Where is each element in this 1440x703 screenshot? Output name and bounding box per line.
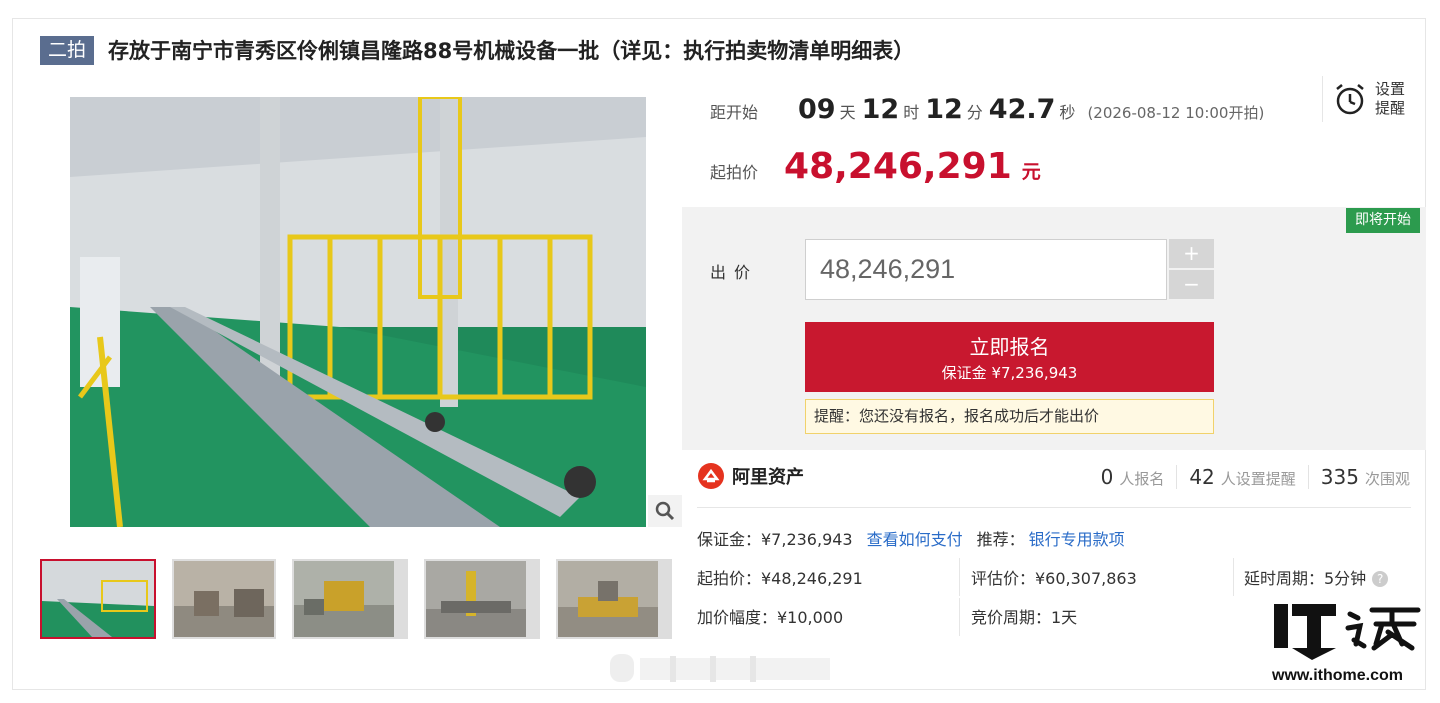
deposit-text: 保证金：¥7,236,943	[697, 530, 853, 549]
page-title: 存放于南宁市青秀区伶俐镇昌隆路88号机械设备一批（详见：执行拍卖物清单明细表）	[108, 39, 915, 63]
signup-deposit-label: 保证金 ¥7,236,943	[941, 364, 1078, 382]
watermark-url: www.ithome.com	[1272, 667, 1403, 684]
bid-stepper: + −	[1169, 239, 1214, 301]
detail-delay-period: 延时周期：5分钟?	[1244, 565, 1389, 589]
bid-label: 出价	[710, 263, 759, 282]
signup-count: 0 人报名	[1089, 465, 1178, 489]
countdown-hours: 12	[861, 94, 900, 125]
view-count-value: 335	[1320, 465, 1359, 489]
bid-panel: 即将开始 出价 48,246,291 + − 立即报名 保证金 ¥7,236,9…	[682, 207, 1426, 450]
help-icon[interactable]: ?	[1372, 571, 1389, 587]
start-time-note: (2026-08-12 10:00开拍)	[1087, 104, 1265, 122]
thumbnail-4[interactable]	[424, 559, 540, 639]
column-divider	[1233, 558, 1234, 596]
thumbnail-3[interactable]	[292, 559, 408, 639]
thumbnail-1[interactable]	[40, 559, 156, 639]
title-row: 二拍 存放于南宁市青秀区伶俐镇昌隆路88号机械设备一批（详见：执行拍卖物清单明细…	[40, 34, 914, 66]
detail-delay-period-text: 延时周期：5分钟	[1244, 569, 1367, 588]
detail-start-price: 起拍价：¥48,246,291	[697, 569, 863, 588]
faded-watermark	[610, 650, 840, 690]
ithome-logo-icon	[1274, 604, 1421, 660]
stats-row: 阿里资产 0 人报名 42 人设置提醒 335 次围观	[682, 457, 1426, 503]
detail-increment: 加价幅度：¥10,000	[697, 608, 844, 627]
set-reminder-button[interactable]: 设置提醒	[1322, 76, 1411, 122]
alarm-clock-icon	[1336, 84, 1364, 115]
column-divider	[959, 558, 960, 596]
reminder-count-unit: 人设置提醒	[1220, 470, 1296, 488]
countdown-days-unit: 天	[839, 103, 856, 122]
stat-group: 0 人报名 42 人设置提醒 335 次围观	[1089, 465, 1410, 489]
countdown: 距开始 09 天 12 时 12 分 42.7 秒 (2026-08-12 10…	[710, 94, 1264, 125]
countdown-minutes-unit: 分	[966, 103, 983, 122]
signup-notice: 提醒：您还没有报名，报名成功后才能出价	[805, 399, 1214, 434]
increase-bid-button[interactable]: +	[1169, 239, 1214, 268]
countdown-seconds: 42.7	[988, 94, 1056, 125]
thumbnail-strip	[40, 559, 688, 639]
main-photo[interactable]	[40, 97, 680, 527]
detail-appraisal-price: 评估价：¥60,307,863	[971, 569, 1137, 588]
brand: 阿里资产	[698, 463, 804, 489]
signup-count-value: 0	[1100, 465, 1114, 489]
view-count-unit: 次围观	[1364, 470, 1410, 488]
detail-bid-period: 竞价周期：1天	[971, 608, 1078, 627]
status-badge: 即将开始	[1346, 208, 1420, 233]
deposit-row: 保证金：¥7,236,943 查看如何支付 推荐： 银行专用款项	[697, 526, 1125, 550]
start-price-row: 起拍价 48,246,291 元	[710, 146, 1041, 187]
column-divider	[959, 598, 960, 636]
start-price-value: 48,246,291	[784, 146, 1012, 187]
round-tag: 二拍	[40, 35, 95, 65]
bid-amount-input[interactable]: 48,246,291	[805, 239, 1167, 300]
recommend-label: 推荐：	[976, 530, 1025, 549]
how-to-pay-link[interactable]: 查看如何支付	[867, 526, 963, 550]
reminder-count: 42 人设置提醒	[1177, 465, 1309, 489]
signup-button-label: 立即报名	[969, 335, 1050, 359]
start-price-label: 起拍价	[710, 163, 759, 182]
start-price-unit: 元	[1021, 161, 1041, 183]
countdown-label: 距开始	[710, 103, 759, 122]
magnifier-icon	[655, 501, 675, 521]
view-count: 335 次围观	[1309, 465, 1410, 489]
countdown-hours-unit: 时	[903, 103, 920, 122]
decrease-bid-button[interactable]: −	[1169, 270, 1214, 299]
set-reminder-label: 设置提醒	[1375, 80, 1406, 117]
ali-assets-logo-icon	[698, 463, 724, 489]
signup-count-unit: 人报名	[1119, 470, 1165, 488]
divider	[697, 507, 1411, 508]
thumbnail-2[interactable]	[172, 559, 276, 639]
brand-name: 阿里资产	[732, 467, 804, 488]
reminder-count-value: 42	[1189, 465, 1215, 489]
zoom-button[interactable]	[648, 495, 682, 527]
thumbnail-5[interactable]	[556, 559, 672, 639]
countdown-days: 09	[798, 94, 836, 125]
countdown-seconds-unit: 秒	[1059, 103, 1076, 122]
bank-payment-link[interactable]: 银行专用款项	[1029, 526, 1125, 550]
signup-button[interactable]: 立即报名 保证金 ¥7,236,943	[805, 322, 1214, 392]
countdown-minutes: 12	[925, 94, 963, 125]
